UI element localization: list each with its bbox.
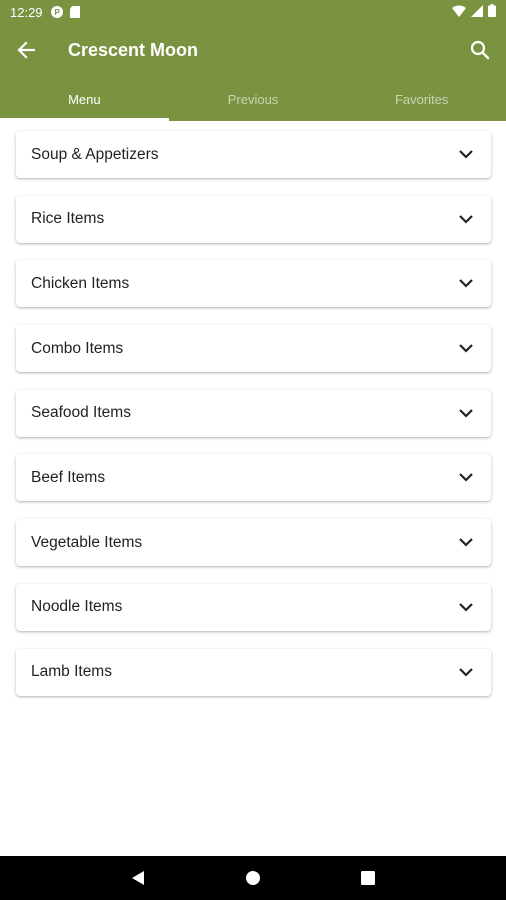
- category-chicken-items[interactable]: Chicken Items: [16, 260, 491, 308]
- category-vegetable-items[interactable]: Vegetable Items: [16, 519, 491, 567]
- nav-back-button[interactable]: [123, 863, 153, 893]
- category-label: Chicken Items: [31, 274, 130, 292]
- notification-icon: P: [50, 6, 63, 18]
- search-icon: [470, 40, 490, 60]
- arrow-left-icon: [17, 41, 35, 59]
- signal-icon: [471, 4, 483, 20]
- chevron-down-icon: [457, 469, 475, 487]
- circle-home-icon: [245, 871, 260, 885]
- tab-menu-label: Menu: [68, 92, 101, 107]
- category-label: Rice Items: [31, 210, 105, 228]
- system-nav-bar: [0, 856, 506, 900]
- toolbar: Crescent Moon: [0, 24, 506, 76]
- status-icons: [452, 4, 496, 20]
- category-label: Beef Items: [31, 468, 106, 486]
- tab-menu[interactable]: Menu: [0, 78, 169, 121]
- category-rice-items[interactable]: Rice Items: [16, 195, 491, 243]
- nav-home-button[interactable]: [238, 863, 268, 893]
- battery-icon: [488, 4, 496, 20]
- chevron-down-icon: [457, 404, 475, 422]
- category-label: Combo Items: [31, 339, 124, 357]
- search-button[interactable]: [454, 24, 506, 76]
- category-soup-appetizers[interactable]: Soup & Appetizers: [16, 131, 491, 178]
- category-label: Vegetable Items: [31, 533, 143, 551]
- tab-favorites-label: Favorites: [394, 92, 449, 107]
- category-beef-items[interactable]: Beef Items: [16, 454, 491, 502]
- chevron-down-icon: [457, 210, 475, 228]
- page-title: Crescent Moon: [68, 39, 199, 60]
- nav-recents-button[interactable]: [353, 863, 383, 893]
- category-label: Seafood Items: [31, 404, 131, 422]
- tab-bar: Menu Previous Favorites: [0, 78, 506, 121]
- chevron-down-icon: [457, 146, 475, 164]
- tab-previous[interactable]: Previous: [169, 78, 338, 121]
- tab-previous-label: Previous: [227, 92, 279, 107]
- chevron-down-icon: [457, 663, 475, 681]
- category-noodle-items[interactable]: Noodle Items: [16, 583, 491, 631]
- category-seafood-items[interactable]: Seafood Items: [16, 389, 491, 437]
- status-bar: 12:29 P: [0, 0, 506, 24]
- triangle-back-icon: [131, 871, 144, 885]
- tab-favorites[interactable]: Favorites: [337, 78, 506, 121]
- category-label: Noodle Items: [31, 598, 123, 616]
- chevron-down-icon: [457, 598, 475, 616]
- category-lamb-items[interactable]: Lamb Items: [16, 648, 491, 696]
- square-recents-icon: [361, 871, 376, 885]
- status-time: 12:29: [10, 4, 43, 20]
- wifi-icon: [452, 5, 466, 20]
- category-label: Lamb Items: [31, 663, 112, 680]
- category-label: Soup & Appetizers: [31, 145, 159, 163]
- svg-text:P: P: [54, 8, 60, 17]
- chevron-down-icon: [457, 275, 475, 293]
- chevron-down-icon: [457, 534, 475, 552]
- chevron-down-icon: [457, 340, 475, 358]
- back-button[interactable]: [0, 24, 52, 76]
- category-list: Soup & Appetizers Rice Items Chicken Ite…: [16, 131, 491, 713]
- sd-card-icon: [69, 6, 81, 18]
- category-combo-items[interactable]: Combo Items: [16, 325, 491, 373]
- app-bar: 12:29 P Crescent Moon Menu Previous Favo…: [0, 0, 506, 121]
